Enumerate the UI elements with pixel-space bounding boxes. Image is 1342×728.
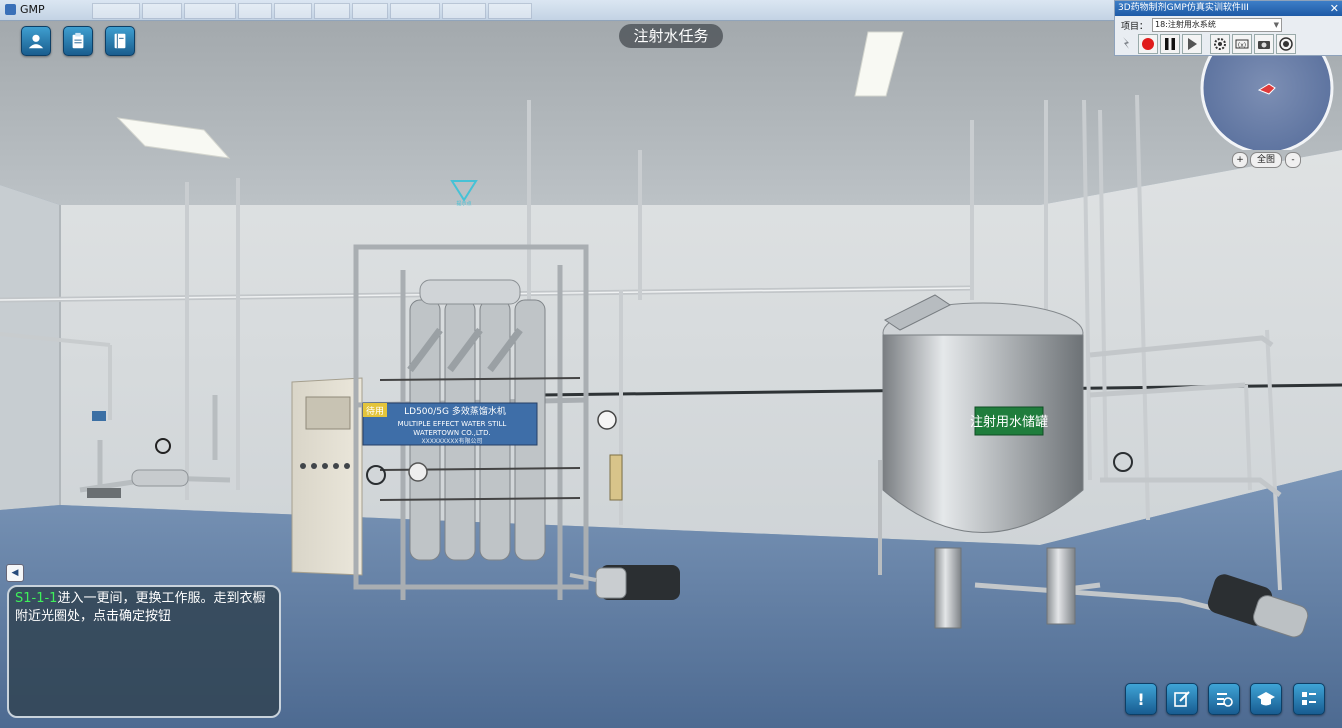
menu-button[interactable] [1293,683,1325,715]
pause-icon [1165,38,1175,50]
camera-icon [1258,41,1270,49]
variables-icon: (x) [1235,39,1249,49]
map-overview-button[interactable]: 全图 [1250,152,1282,168]
notebook-button[interactable] [105,26,135,56]
machine-model-label: LD500/5G 多效蒸馏水机 [404,405,506,417]
avatar-button[interactable] [21,26,51,56]
machine-status-badge: 待用 [366,405,384,417]
pause-button[interactable] [1160,34,1180,54]
alert-icon: ! [1137,690,1144,709]
menu-list-icon [1302,692,1316,705]
project-select[interactable]: 18:注射用水系统 ▼ [1152,18,1282,32]
course-button[interactable] [1250,683,1282,715]
machine-en-line2: WATERTOWN CO.,LTD. [413,429,490,437]
panel-title: 3D药物制剂GMP仿真实训软件III [1118,3,1249,13]
graduation-cap-icon [1257,692,1275,706]
edit-button[interactable] [1166,683,1198,715]
collapse-instruction-button[interactable]: ◀ [6,564,24,582]
chevron-down-icon: ▼ [1273,21,1279,29]
avatar-icon [28,34,44,49]
project-label: 项目： [1121,22,1149,32]
machine-en-line1: MULTIPLE EFFECT WATER STILL [398,420,507,428]
target-button[interactable] [1276,34,1296,54]
settings-button[interactable] [1210,34,1230,54]
clipboard-icon [72,32,84,49]
record-icon [1142,38,1154,50]
tool-button[interactable] [1118,34,1136,52]
ghost-tabs [92,3,534,19]
close-button[interactable]: ✕ [1330,1,1339,16]
play-icon [1188,38,1197,50]
task-title: 注射水任务 [619,24,723,48]
variables-button[interactable]: (x) [1232,34,1252,54]
edit-icon [1174,691,1190,707]
svg-text:(x): (x) [1238,42,1246,49]
map-zoom-in-button[interactable]: + [1232,152,1248,168]
app-icon [5,4,16,15]
control-panel: 3D药物制剂GMP仿真实训软件III ✕ 项目： 18:注射用水系统 ▼ (x) [1114,0,1342,56]
machine-maker: XXXXXXXXX有限公司 [422,437,483,445]
play-button[interactable] [1182,34,1202,54]
report-icon [1217,693,1233,707]
svg-text:!: ! [1137,690,1144,709]
clipboard-button[interactable] [63,26,93,56]
tool-icon [1123,37,1129,49]
gear-icon [1214,38,1226,50]
instruction-step-id: S1-1-1 [15,591,58,606]
panel-titlebar: 3D药物制剂GMP仿真实训软件III ✕ [1115,1,1342,16]
app-title: GMP [20,3,45,16]
alert-button[interactable]: ! [1125,683,1157,715]
tank-label: 注射用水储罐 [970,414,1048,430]
project-select-value: 18:注射用水系统 [1155,20,1216,29]
notebook-icon [114,33,126,49]
instruction-panel: S1-1-1进入一更间，更换工作服。走到衣橱附近光圈处，点击确定按钮 [7,585,281,718]
app-window: GMP 待用 LD500/5G 多效蒸馏水机 MULTIPLE EFFECT W… [0,0,1342,728]
camera-button[interactable] [1254,34,1274,54]
report-button[interactable] [1208,683,1240,715]
hint-marker-label: 提示点 [456,200,471,207]
target-icon [1279,37,1293,51]
control-toolbar: (x) [1118,34,1296,54]
record-button[interactable] [1138,34,1158,54]
map-zoom-out-button[interactable]: - [1285,152,1301,168]
